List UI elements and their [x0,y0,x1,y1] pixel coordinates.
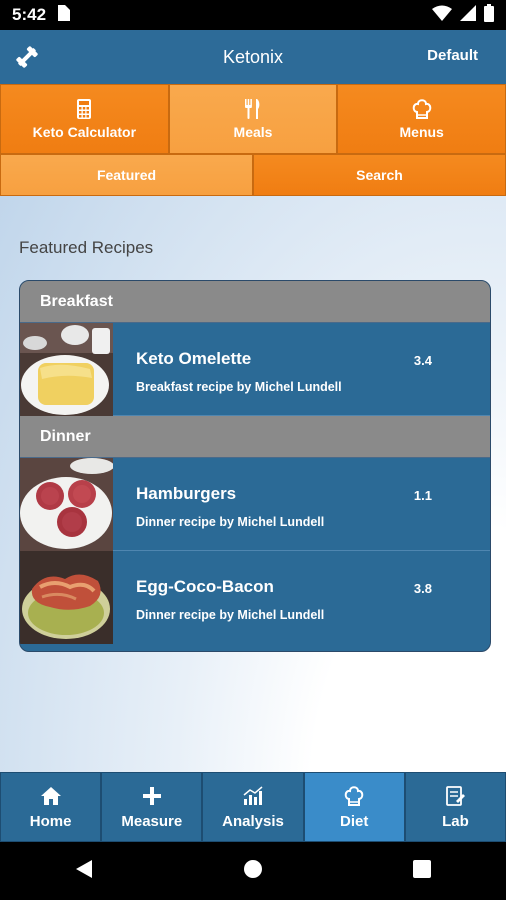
recipe-thumbnail [20,458,113,551]
app-bar: Ketonix Default [0,30,506,84]
recipe-row-keto-omelette[interactable]: Keto Omelette Breakfast recipe by Michel… [20,323,490,416]
chef-hat-icon [412,99,431,119]
recipe-score: 3.4 [413,353,432,368]
tab-label: Keto Calculator [32,124,137,140]
nav-diet[interactable]: Diet [303,772,405,842]
profile-selector[interactable]: Default [427,47,478,64]
battery-icon [484,3,494,27]
lab-icon [446,785,466,806]
chef-hat-icon [344,785,364,806]
sub-tabs: Featured Search [0,154,506,196]
nav-lab[interactable]: Lab [404,772,506,842]
nav-label: Lab [442,812,469,830]
status-time: 5:42 [12,5,47,24]
back-icon[interactable] [74,858,94,885]
sim-card-icon [56,4,71,26]
bottom-nav: Home Measure Analysis Diet Lab [0,772,506,842]
recipe-thumbnail [20,551,113,644]
home-circle-icon[interactable] [242,858,264,885]
nav-label: Home [29,812,72,830]
recipe-name: Hamburgers [136,484,237,503]
signal-icon [460,4,476,26]
plus-icon [142,786,161,805]
section-title: Featured Recipes [19,238,154,257]
recipe-score: 1.1 [413,488,432,503]
tab-menus[interactable]: Menus [337,84,506,154]
home-icon [40,786,61,805]
recipe-description: Dinner recipe by Michel Lundell [136,608,325,622]
app-screen: Ketonix Default Keto Calculator Meals Me… [0,30,506,842]
tab-label: Menus [399,124,444,140]
tab-label: Meals [233,124,273,140]
featured-recipes-list: Breakfast Keto Omelette Breakfast recipe… [19,280,491,652]
tab-search[interactable]: Search [253,154,506,196]
wifi-icon [432,5,452,26]
nav-label: Measure [121,812,183,830]
calculator-icon [77,99,92,119]
recipe-description: Breakfast recipe by Michel Lundell [136,380,342,394]
nav-label: Diet [340,812,369,830]
nav-analysis[interactable]: Analysis [202,772,304,842]
system-nav-bar [0,842,506,900]
recipe-description: Dinner recipe by Michel Lundell [136,515,325,529]
recipe-name: Egg-Coco-Bacon [136,577,274,596]
category-header-breakfast: Breakfast [20,281,490,323]
nav-label: Analysis [222,812,284,830]
fork-knife-icon [245,99,260,119]
main-tabs: Keto Calculator Meals Menus [0,84,506,154]
tab-featured[interactable]: Featured [0,154,253,196]
category-header-dinner: Dinner [20,416,490,458]
recipe-row-egg-coco-bacon[interactable]: Egg-Coco-Bacon Dinner recipe by Michel L… [20,551,490,644]
nav-home[interactable]: Home [0,772,102,842]
nav-measure[interactable]: Measure [101,772,203,842]
recipe-thumbnail [20,323,113,416]
recipe-name: Keto Omelette [136,349,252,368]
chart-icon [243,785,263,805]
tab-meals[interactable]: Meals [168,84,338,154]
tab-keto-calculator[interactable]: Keto Calculator [0,84,169,154]
recipe-score: 3.8 [413,581,432,596]
status-bar: 5:42 [0,0,506,30]
recents-icon[interactable] [412,859,432,884]
recipe-row-hamburgers[interactable]: Hamburgers Dinner recipe by Michel Lunde… [20,458,490,551]
